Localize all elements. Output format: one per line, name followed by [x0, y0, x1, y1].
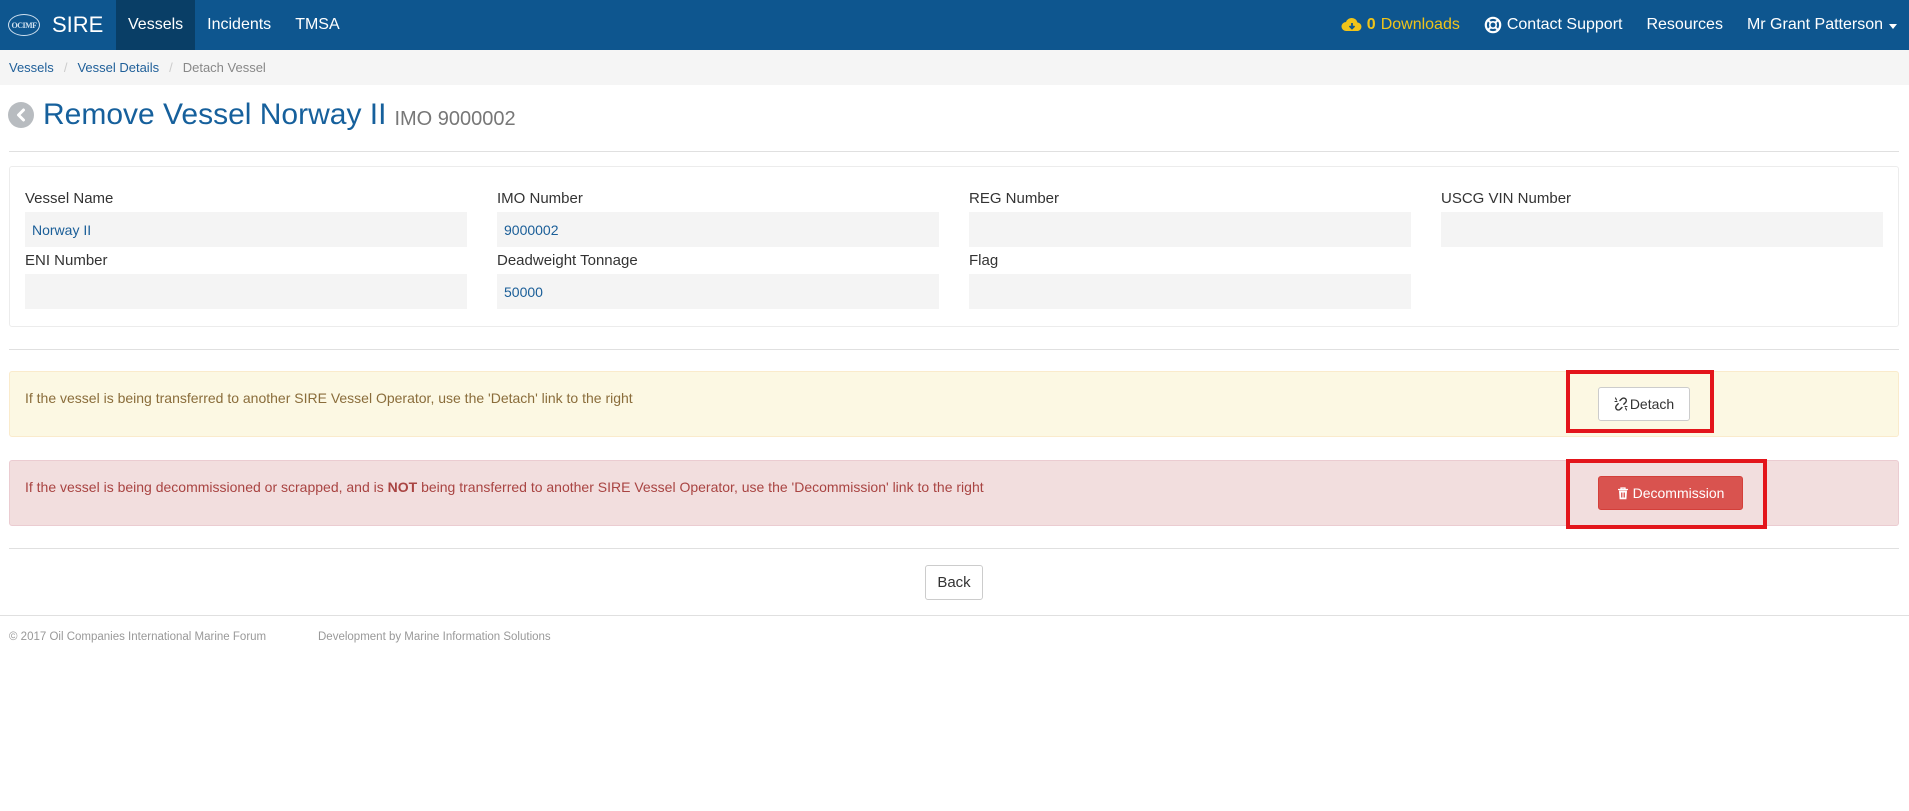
uscg-vin-label: USCG VIN Number: [1441, 190, 1572, 207]
footer-copyright: © 2017 Oil Companies International Marin…: [9, 631, 267, 643]
contact-support-link[interactable]: Contact Support: [1472, 0, 1635, 50]
page-subtitle: IMO 9000002: [394, 108, 516, 130]
resources-link[interactable]: Resources: [1634, 0, 1734, 50]
life-ring-icon: [1484, 16, 1502, 34]
vessel-name-value: Norway II: [25, 212, 467, 247]
eni-number-label: ENI Number: [25, 252, 108, 269]
downloads-count: 0: [1366, 16, 1376, 33]
breadcrumb-separator: /: [63, 60, 68, 75]
decommission-alert-emphasis: NOT: [387, 479, 418, 495]
page-title: Remove Vessel Norway II: [43, 98, 387, 131]
vessel-details-panel: Vessel Name Norway II IMO Number 9000002…: [9, 166, 1899, 327]
nav-vessels[interactable]: Vessels: [116, 0, 196, 50]
detach-highlight-box: [1566, 370, 1714, 433]
back-arrow-icon[interactable]: [8, 102, 34, 128]
user-menu[interactable]: Mr Grant Patterson: [1735, 0, 1909, 50]
breadcrumb-separator: /: [169, 60, 173, 75]
back-button[interactable]: Back: [925, 565, 983, 600]
decommission-alert-text: If the vessel is being decommissioned or…: [25, 479, 984, 495]
deadweight-label: Deadweight Tonnage: [497, 252, 638, 269]
contact-support-label: Contact Support: [1506, 16, 1623, 33]
reg-number-label: REG Number: [969, 190, 1060, 207]
divider: [9, 151, 1899, 152]
brand[interactable]: OCIMF SIRE: [8, 0, 103, 50]
downloads-label: Downloads: [1380, 16, 1460, 33]
ocimf-logo: OCIMF: [8, 14, 40, 36]
user-nav: 0 Downloads Contact Support Resources Mr…: [1329, 0, 1909, 50]
page-header: Remove Vessel Norway II IMO 9000002: [8, 98, 516, 132]
caret-down-icon: [1889, 23, 1897, 29]
breadcrumb-vessels[interactable]: Vessels: [9, 60, 54, 75]
footer-developer: Development by Marine Information Soluti…: [318, 631, 551, 643]
cloud-download-icon: [1341, 17, 1362, 31]
breadcrumb-current: Detach Vessel: [182, 60, 266, 75]
uscg-vin-value: [1441, 212, 1883, 247]
divider: [9, 349, 1899, 350]
top-navbar: OCIMF SIRE Vessels Incidents TMSA 0 Down…: [0, 0, 1909, 50]
main-nav: Vessels Incidents TMSA: [116, 0, 352, 50]
decommission-highlight-box: [1566, 459, 1767, 529]
detach-alert-text: If the vessel is being transferred to an…: [25, 390, 633, 406]
nav-incidents[interactable]: Incidents: [195, 0, 283, 50]
nav-tmsa[interactable]: TMSA: [283, 0, 351, 50]
imo-number-value: 9000002: [497, 212, 939, 247]
breadcrumb-vessel-details[interactable]: Vessel Details: [77, 60, 159, 75]
downloads-link[interactable]: 0 Downloads: [1329, 0, 1472, 50]
imo-number-label: IMO Number: [497, 190, 583, 207]
user-name: Mr Grant Patterson: [1746, 16, 1883, 33]
footer-divider: [0, 615, 1909, 616]
flag-value: [969, 274, 1411, 309]
brand-name: SIRE: [52, 12, 104, 37]
divider: [9, 548, 1899, 549]
deadweight-value: 50000: [497, 274, 939, 309]
breadcrumb: Vessels / Vessel Details / Detach Vessel: [0, 50, 1909, 85]
reg-number-value: [969, 212, 1411, 247]
eni-number-value: [25, 274, 467, 309]
flag-label: Flag: [969, 252, 999, 269]
vessel-name-label: Vessel Name: [25, 190, 114, 207]
